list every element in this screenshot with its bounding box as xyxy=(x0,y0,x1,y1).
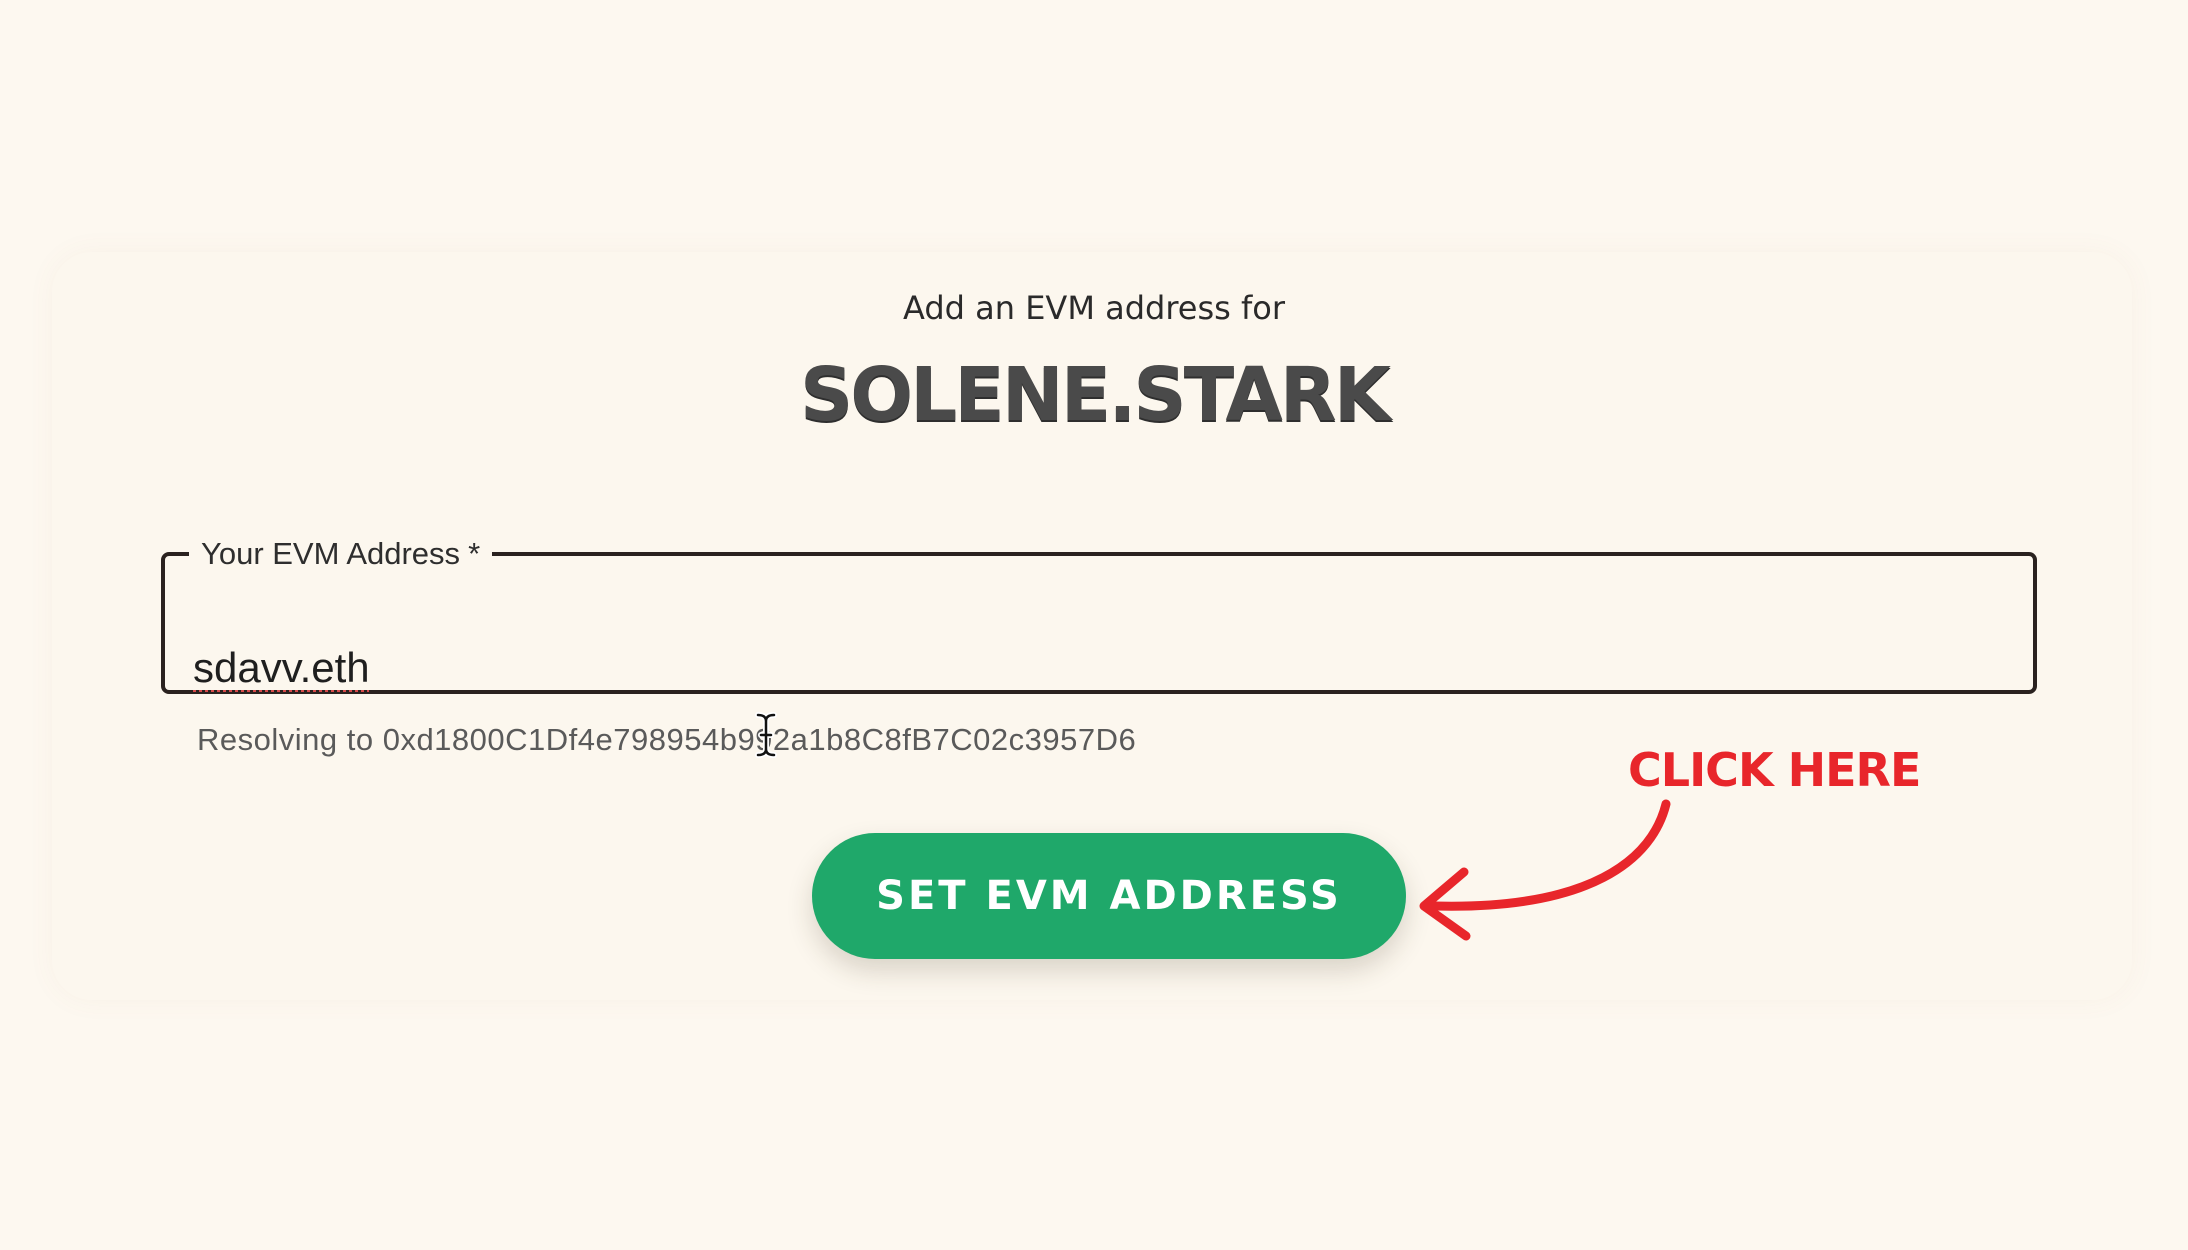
evm-address-field: Your EVM Address * xyxy=(161,536,2037,698)
required-marker: * xyxy=(468,536,481,571)
evm-address-input[interactable] xyxy=(193,638,1993,698)
text-cursor-icon xyxy=(755,712,777,758)
field-label-text: Your EVM Address xyxy=(201,536,461,571)
resolving-address-text: Resolving to 0xd1800C1Df4e798954b992a1b8… xyxy=(197,722,1137,757)
subtitle: Add an EVM address for xyxy=(903,289,1285,327)
evm-address-label: Your EVM Address * xyxy=(189,536,492,572)
curved-arrow-icon xyxy=(1419,799,1671,941)
set-evm-address-button[interactable]: SET EVM ADDRESS xyxy=(812,833,1406,959)
domain-name: SOLENE.STARK xyxy=(799,352,1391,438)
